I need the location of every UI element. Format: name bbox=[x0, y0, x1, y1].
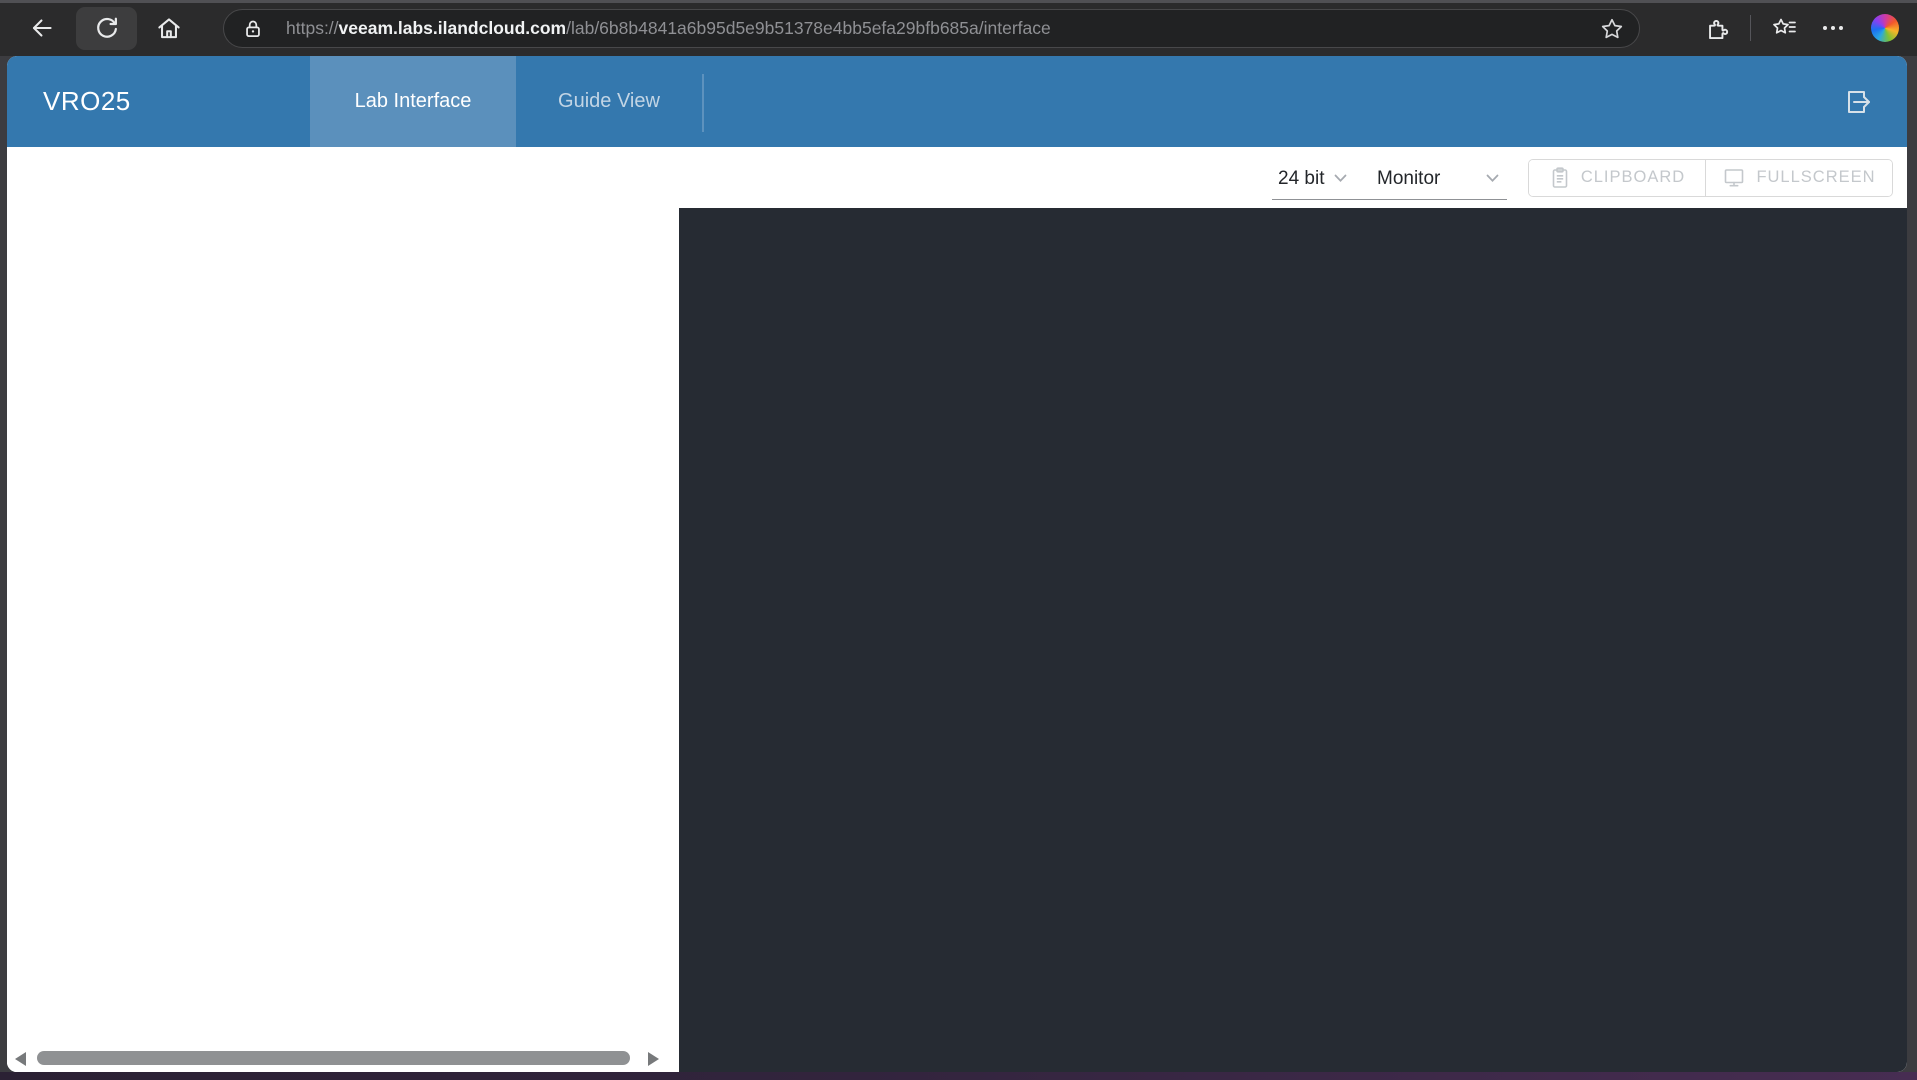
home-icon bbox=[154, 13, 184, 43]
header-tabs: Lab Interface Guide View bbox=[310, 56, 702, 147]
bit-depth-value: 24 bit bbox=[1278, 167, 1325, 189]
lab-app-header: VRO25 Lab Interface Guide View bbox=[7, 56, 1907, 147]
lab-app-body: 24 bit Monitor CLIPBOARD FULLSCREEN bbox=[7, 147, 1907, 1072]
tab-label: Lab Interface bbox=[354, 90, 472, 112]
tabs-divider bbox=[702, 74, 704, 132]
extensions-icon bbox=[1705, 15, 1732, 42]
tab-lab-interface[interactable]: Lab Interface bbox=[310, 56, 516, 147]
clipboard-button[interactable]: CLIPBOARD bbox=[1529, 159, 1705, 196]
tab-guide-view[interactable]: Guide View bbox=[516, 56, 702, 147]
fullscreen-monitor-icon bbox=[1722, 166, 1746, 189]
browser-window: https://veeam.labs.ilandcloud.com/lab/6b… bbox=[0, 0, 1917, 1080]
console-column: 24 bit Monitor CLIPBOARD FULLSCREEN bbox=[679, 147, 1907, 1072]
back-button[interactable] bbox=[24, 10, 60, 46]
fullscreen-label: FULLSCREEN bbox=[1756, 168, 1876, 186]
guide-panel bbox=[7, 147, 679, 1072]
horizontal-scrollbar bbox=[7, 1050, 679, 1066]
extensions-button[interactable] bbox=[1696, 15, 1740, 42]
scrollbar-thumb[interactable] bbox=[37, 1051, 630, 1065]
url-text: https://veeam.labs.ilandcloud.com/lab/6b… bbox=[286, 18, 1051, 39]
fullscreen-button[interactable]: FULLSCREEN bbox=[1705, 159, 1892, 196]
bookmark-star-icon[interactable] bbox=[1599, 16, 1625, 42]
console-buttons: CLIPBOARD FULLSCREEN bbox=[1528, 158, 1893, 197]
refresh-icon bbox=[93, 15, 121, 43]
ellipsis-icon bbox=[1823, 26, 1843, 30]
exit-lab-icon bbox=[1841, 85, 1875, 119]
bit-depth-select[interactable]: 24 bit bbox=[1272, 168, 1377, 190]
browser-toolbar: https://veeam.labs.ilandcloud.com/lab/6b… bbox=[0, 0, 1917, 56]
console-selects: 24 bit Monitor bbox=[1272, 156, 1507, 200]
web-page: VRO25 Lab Interface Guide View 24 bit Mo… bbox=[7, 56, 1907, 1072]
exit-lab-button[interactable] bbox=[1827, 56, 1889, 147]
clipboard-icon bbox=[1549, 166, 1571, 190]
back-icon bbox=[27, 13, 57, 43]
copilot-button[interactable] bbox=[1859, 14, 1911, 42]
console-toolbar: 24 bit Monitor CLIPBOARD FULLSCREEN bbox=[679, 147, 1907, 208]
lock-icon[interactable] bbox=[242, 18, 264, 40]
chrome-divider bbox=[1750, 15, 1751, 41]
favorites-bar-button[interactable] bbox=[1761, 14, 1807, 42]
chevron-down-icon bbox=[1334, 174, 1347, 183]
window-top-edge bbox=[0, 0, 1917, 3]
scroll-left-arrow[interactable] bbox=[15, 1052, 26, 1066]
favorites-bar-icon bbox=[1769, 14, 1799, 42]
settings-menu-button[interactable] bbox=[1807, 26, 1859, 30]
remote-console-screen[interactable] bbox=[679, 208, 1907, 1072]
home-button[interactable] bbox=[150, 10, 188, 46]
scroll-right-arrow[interactable] bbox=[648, 1052, 659, 1066]
copilot-icon bbox=[1871, 14, 1899, 42]
address-bar[interactable]: https://veeam.labs.ilandcloud.com/lab/6b… bbox=[223, 9, 1640, 48]
display-target-value: Monitor bbox=[1377, 167, 1441, 189]
display-target-select[interactable]: Monitor bbox=[1377, 168, 1507, 190]
tab-label: Guide View bbox=[558, 90, 660, 112]
url-domain: veeam.labs.ilandcloud.com bbox=[338, 18, 567, 38]
page-title: VRO25 bbox=[43, 86, 131, 116]
chrome-right-icons bbox=[1696, 0, 1917, 56]
clipboard-label: CLIPBOARD bbox=[1580, 168, 1686, 186]
chevron-down-icon bbox=[1486, 174, 1499, 183]
desktop-edge-band bbox=[0, 1072, 1917, 1080]
url-scheme: https:// bbox=[286, 18, 339, 38]
refresh-button[interactable] bbox=[76, 7, 137, 50]
url-path: /lab/6b8b4841a6b95d5e9b51378e4bb5efa29bf… bbox=[566, 18, 1051, 38]
